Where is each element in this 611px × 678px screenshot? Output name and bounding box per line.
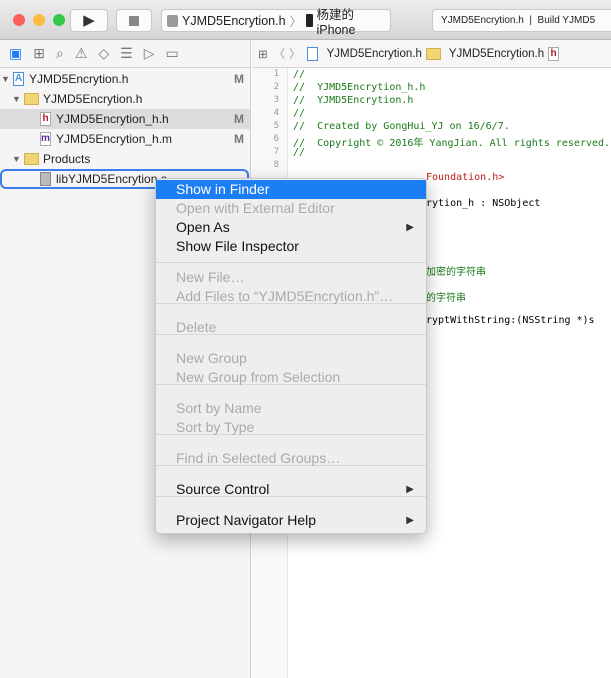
- menu-item-source-control[interactable]: Source Control ▶: [156, 480, 426, 499]
- modified-badge: M: [234, 132, 244, 146]
- menu-item-label: Source Control: [176, 481, 270, 497]
- test-icon[interactable]: ◇: [98, 45, 109, 62]
- warning-icon[interactable]: ⚠: [75, 45, 88, 62]
- menu-item-new-file: New File…: [156, 268, 426, 287]
- menu-item-new-group-from-selection: New Group from Selection: [156, 368, 426, 387]
- run-button[interactable]: ▶: [70, 9, 108, 32]
- implementation-file-icon: m: [40, 132, 51, 146]
- hierarchy-icon[interactable]: ⊞: [33, 45, 45, 62]
- submenu-arrow-icon: ▶: [406, 222, 414, 233]
- menu-item-open-with-external-editor: Open with External Editor: [156, 199, 426, 218]
- menu-item-show-file-inspector[interactable]: Show File Inspector: [156, 237, 426, 256]
- row-label: libYJMD5Encrytion.a: [56, 172, 168, 186]
- tree-row-project[interactable]: ▼ A YJMD5Encrytion.h M: [0, 69, 250, 89]
- menu-item-label: Find in Selected Groups…: [176, 450, 341, 466]
- menu-separator: [156, 262, 426, 264]
- folder-icon[interactable]: ▣: [9, 45, 22, 62]
- menu-item-label: Show File Inspector: [176, 238, 299, 254]
- menu-item-label: Open As: [176, 219, 230, 235]
- minimize-window-button[interactable]: [33, 14, 45, 26]
- menu-item-label: Open with External Editor: [176, 200, 335, 216]
- row-label: YJMD5Encrytion.h: [43, 92, 143, 106]
- menu-item-label: Sort by Name: [176, 400, 262, 416]
- breakpoint-icon[interactable]: ▷: [144, 45, 155, 62]
- row-label: YJMD5Encrytion_h.m: [56, 132, 173, 146]
- toolbar: ▶ YJMD5Encrytion.h 〉 杨建的 iPhone YJMD5Enc…: [0, 0, 611, 40]
- scheme-name: YJMD5Encrytion.h: [182, 13, 286, 28]
- menu-item-sort-by-name: Sort by Name: [156, 399, 426, 418]
- scheme-selector[interactable]: YJMD5Encrytion.h 〉 杨建的 iPhone: [161, 8, 391, 37]
- menu-item-sort-by-type: Sort by Type: [156, 418, 426, 437]
- activity-status: YJMD5Encrytion.h | Build YJMD5: [432, 9, 611, 32]
- device-name: 杨建的 iPhone: [316, 8, 356, 37]
- menu-item-label: New File…: [176, 269, 245, 285]
- code-line: // YJMD5Encrytion_h.h: [293, 82, 426, 93]
- stop-icon: [129, 16, 139, 26]
- tree-row-group[interactable]: ▼ YJMD5Encrytion.h: [0, 89, 250, 109]
- menu-item-label: Add Files to “YJMD5Encrytion.h”…: [176, 288, 394, 304]
- disclosure-triangle-icon[interactable]: ▼: [12, 94, 24, 104]
- menu-item-new-group: New Group: [156, 349, 426, 368]
- library-icon: [40, 172, 51, 186]
- menu-item-project-navigator-help[interactable]: Project Navigator Help ▶: [156, 511, 426, 530]
- row-label: YJMD5Encrytion_h.h: [56, 112, 169, 126]
- code-line: // Created by GongHui_YJ on 16/6/7.: [293, 121, 510, 132]
- code-line: //: [293, 108, 306, 119]
- disclosure-triangle-icon[interactable]: ▼: [12, 154, 24, 164]
- context-menu: Show in Finder Open with External Editor O…: [155, 178, 427, 534]
- menu-item-show-in-finder[interactable]: Show in Finder: [156, 180, 426, 199]
- report-icon[interactable]: ▭: [166, 45, 179, 62]
- submenu-arrow-icon: ▶: [406, 515, 414, 526]
- menu-item-label: New Group: [176, 350, 247, 366]
- navigator-selector-bar: ▣ ⊞ ⌕ ⚠ ◇ ☰ ▷ ▭: [0, 40, 250, 68]
- modified-badge: M: [234, 72, 244, 86]
- folder-icon: [24, 153, 39, 165]
- row-label: YJMD5Encrytion.h: [29, 72, 129, 86]
- code-fragment: ryptWithString:(NSString *)s: [426, 315, 595, 326]
- menu-item-open-as[interactable]: Open As ▶: [156, 218, 426, 237]
- code-line: //: [293, 147, 306, 158]
- code-line: // YJMD5Encrytion.h: [293, 95, 414, 106]
- header-file-icon: h: [40, 112, 51, 126]
- stop-button[interactable]: [116, 9, 152, 32]
- menu-item-label: New Group from Selection: [176, 369, 341, 385]
- close-window-button[interactable]: [13, 14, 25, 26]
- menu-item-label: Show in Finder: [176, 181, 270, 197]
- chevron-right-icon: 〉: [289, 15, 303, 29]
- search-icon[interactable]: ⌕: [56, 45, 64, 62]
- app-icon: [167, 14, 179, 27]
- code-line: //: [293, 69, 306, 80]
- menu-item-label: Sort by Type: [176, 419, 255, 435]
- zoom-window-button[interactable]: [53, 14, 65, 26]
- code-fragment: rytion_h : NSObject: [426, 198, 541, 209]
- project-file-icon: A: [13, 72, 24, 86]
- disclosure-triangle-icon[interactable]: ▼: [1, 74, 13, 84]
- tree-row-header-file[interactable]: h YJMD5Encrytion_h.h M: [0, 109, 250, 129]
- submenu-arrow-icon: ▶: [406, 484, 414, 495]
- code-fragment: 加密的字符串: [426, 267, 486, 278]
- code-fragment: 的字符串: [426, 293, 466, 304]
- code-line: // Copyright © 2016年 YangJian. All right…: [293, 138, 611, 149]
- modified-badge: M: [234, 112, 244, 126]
- code-fragment: Foundation.h>: [426, 172, 505, 183]
- menu-item-add-files-to-yjmd5encrytion-h: Add Files to “YJMD5Encrytion.h”…: [156, 287, 426, 306]
- folder-icon: [24, 93, 39, 105]
- tree-row-impl-file[interactable]: m YJMD5Encrytion_h.m M: [0, 129, 250, 149]
- iphone-icon: [306, 14, 313, 27]
- menu-item-label: Delete: [176, 319, 217, 335]
- menu-item-label: Project Navigator Help: [176, 512, 317, 528]
- row-label: Products: [43, 152, 91, 166]
- menu-item-delete: Delete: [156, 318, 426, 337]
- tree-row-products[interactable]: ▼ Products: [0, 149, 250, 169]
- debug-icon[interactable]: ☰: [120, 45, 133, 62]
- menu-item-find-in-selected-groups: Find in Selected Groups…: [156, 449, 426, 468]
